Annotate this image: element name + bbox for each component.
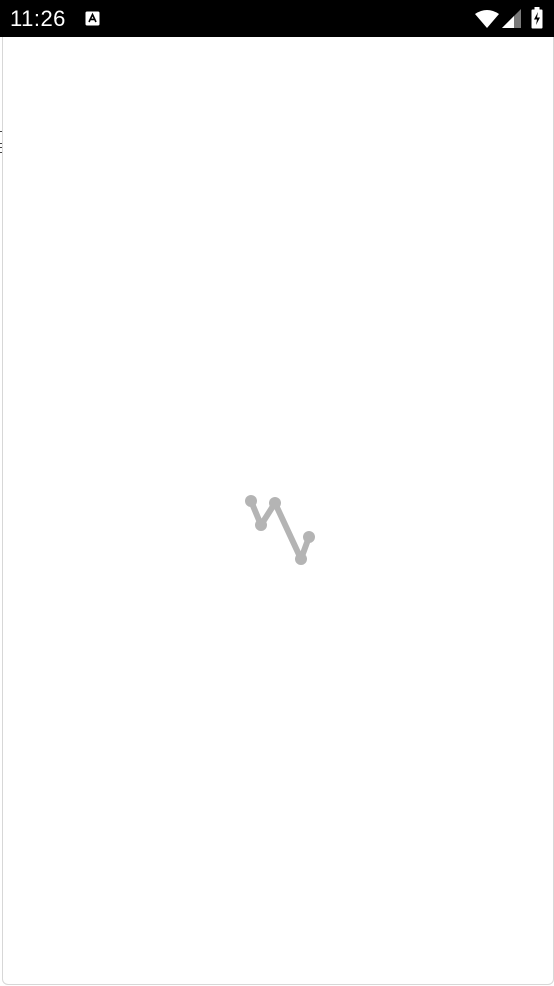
edge-scroll-indicator xyxy=(0,131,2,153)
app-content-area xyxy=(2,37,554,985)
status-time: 11:26 xyxy=(10,6,66,31)
wifi-icon xyxy=(475,10,499,28)
cellular-signal-icon xyxy=(502,9,521,28)
loading-spinner-icon xyxy=(245,495,315,565)
notification-icon xyxy=(85,11,100,26)
status-bar: 11:26 xyxy=(0,0,554,37)
device-screen: { "status_bar": { "time": "11:26", "noti… xyxy=(0,0,554,986)
battery-charging-icon xyxy=(531,7,543,29)
